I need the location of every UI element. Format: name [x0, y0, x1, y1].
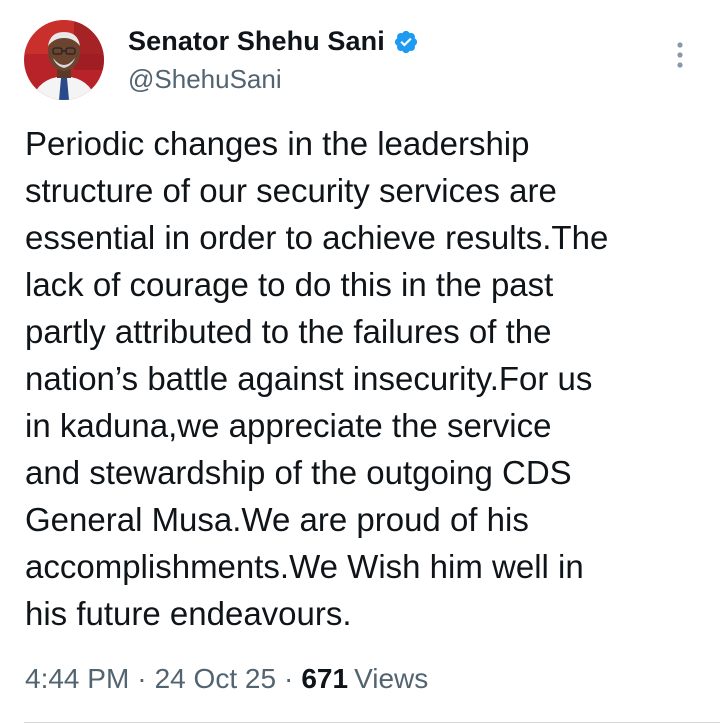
- more-options-icon[interactable]: [666, 40, 694, 70]
- avatar[interactable]: [24, 20, 104, 100]
- views-count[interactable]: 671: [301, 663, 348, 695]
- verified-badge-icon: [394, 30, 417, 53]
- divider: [24, 722, 720, 723]
- tweet-text: Periodic changes in the leadership struc…: [25, 125, 609, 632]
- meta-separator: ·: [284, 663, 294, 694]
- views-label[interactable]: Views: [354, 663, 428, 695]
- tweet-time[interactable]: 4:44 PM: [25, 663, 129, 695]
- author-name-row: Senator Shehu Sani: [128, 26, 419, 57]
- tweet-meta: 4:44 PM · 24 Oct 25 · 671 Views: [25, 663, 428, 695]
- author-handle[interactable]: @ShehuSani: [128, 64, 282, 95]
- meta-separator: ·: [137, 663, 147, 694]
- avatar-image: [24, 20, 104, 100]
- tweet-date[interactable]: 24 Oct 25: [155, 663, 276, 695]
- author-display-name[interactable]: Senator Shehu Sani: [128, 26, 385, 57]
- tweet-card: Senator Shehu Sani @ShehuSani Periodic c…: [0, 0, 720, 726]
